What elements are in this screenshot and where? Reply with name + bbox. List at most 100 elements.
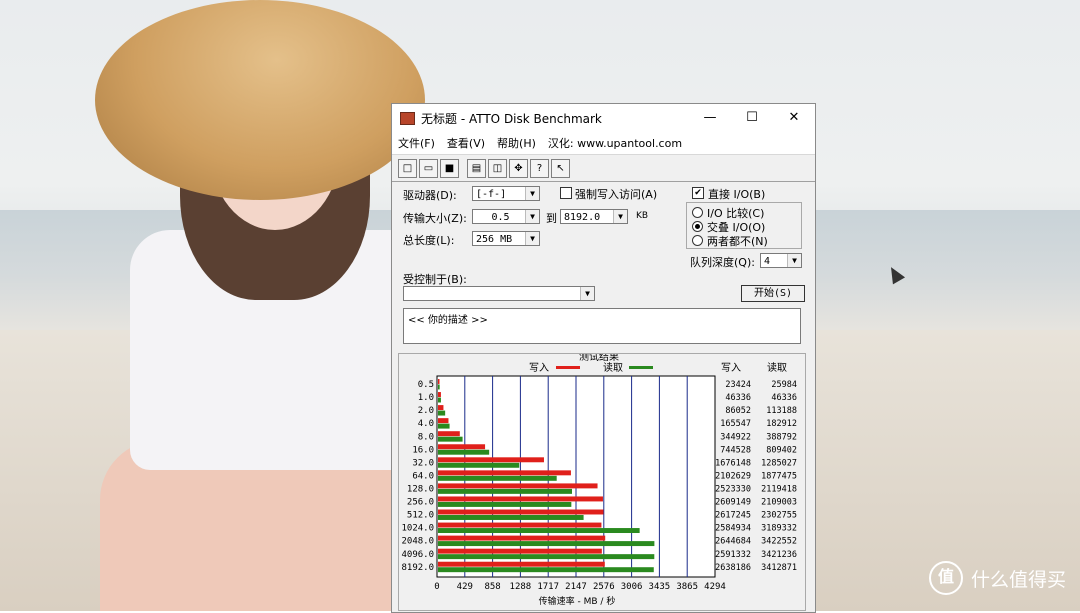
straw-hat-shape — [95, 0, 425, 200]
write-column-header: 写入 — [721, 362, 741, 374]
to-label: 到 — [546, 212, 557, 225]
read-bar — [438, 436, 463, 442]
queue-depth-value: 4 — [764, 256, 771, 267]
write-bar — [438, 561, 605, 567]
transfer-to-select[interactable]: 8192.0 ▼ — [560, 209, 628, 224]
direct-io-label: 直接 I/O(B) — [708, 188, 766, 201]
write-bar — [438, 522, 602, 528]
force-write-checkbox[interactable] — [560, 187, 572, 199]
woman-photo — [40, 0, 430, 611]
y-tick-label: 8192.0 — [401, 563, 434, 573]
menu-help[interactable]: 帮助(H) — [497, 135, 536, 151]
y-tick-label: 2.0 — [418, 406, 434, 416]
maximize-button[interactable]: ☐ — [731, 104, 773, 132]
x-axis-label: 传输速率 - MB / 秒 — [539, 595, 616, 607]
menu-file[interactable]: 文件(F) — [398, 135, 435, 151]
transfer-from-value: 0.5 — [491, 212, 510, 223]
read-bar — [438, 410, 446, 416]
new-icon[interactable]: □ — [398, 158, 417, 178]
move-icon[interactable]: ✥ — [509, 158, 528, 178]
x-tick-label: 1717 — [537, 582, 559, 592]
kb-unit: KB — [636, 211, 649, 221]
menu-view[interactable]: 查看(V) — [447, 135, 485, 151]
write-legend-label: 写入 — [529, 362, 549, 374]
close-button[interactable]: ✕ — [773, 104, 815, 132]
queue-depth-select[interactable]: 4 ▼ — [760, 253, 802, 268]
y-tick-label: 0.5 — [418, 380, 434, 390]
write-value: 344922 — [720, 432, 751, 442]
open-icon[interactable]: ▭ — [419, 158, 438, 178]
watermark: 值 什么值得买 — [928, 561, 1066, 595]
read-bar — [438, 554, 655, 560]
toolbar: □ ▭ ■ ▤ ◫ ✥ ? ↖ — [392, 154, 815, 182]
write-bar — [438, 483, 598, 489]
direct-io-checkbox[interactable]: ✔ — [692, 187, 704, 199]
read-value: 182912 — [766, 419, 797, 429]
menu-localization[interactable]: 汉化: www.upantool.com — [548, 135, 682, 151]
x-tick-label: 2576 — [593, 582, 615, 592]
menu-bar: 文件(F) 查看(V) 帮助(H) 汉化: www.upantool.com — [392, 132, 815, 154]
read-value: 2119418 — [761, 485, 797, 495]
x-tick-label: 0 — [434, 582, 439, 592]
write-bar — [438, 444, 486, 450]
write-bar — [438, 509, 604, 515]
minimize-button[interactable]: — — [689, 104, 731, 132]
read-value: 3189332 — [761, 524, 797, 534]
chevron-down-icon[interactable]: ▼ — [580, 287, 594, 300]
y-tick-label: 4.0 — [418, 419, 434, 429]
chevron-down-icon[interactable]: ▼ — [613, 210, 627, 223]
read-value: 25984 — [771, 380, 797, 390]
y-tick-label: 64.0 — [412, 471, 434, 481]
io-compare-radio[interactable] — [692, 207, 703, 218]
total-length-select[interactable]: 256 MB ▼ — [472, 231, 540, 246]
read-bar — [438, 541, 655, 547]
print-icon[interactable]: ▤ — [467, 158, 486, 178]
app-icon — [400, 111, 415, 125]
results-title: 测试结果 — [579, 354, 619, 363]
y-tick-label: 512.0 — [407, 511, 434, 521]
description-field[interactable]: << 你的描述 >> — [403, 308, 801, 344]
read-legend-swatch — [629, 366, 653, 369]
read-value: 46336 — [771, 393, 797, 403]
write-bar — [438, 535, 606, 541]
title-bar[interactable]: 无标题 - ATTO Disk Benchmark — ☐ ✕ — [392, 104, 815, 132]
read-value: 3421236 — [761, 550, 797, 560]
write-value: 2584934 — [715, 524, 751, 534]
read-bar — [438, 488, 572, 494]
results-group: 测试结果 写入 读取 写入 读取 0 429 858 1288 1717 2147 2576… — [398, 353, 806, 611]
x-tick-label: 2147 — [565, 582, 587, 592]
save-icon[interactable]: ■ — [440, 158, 459, 178]
y-tick-label: 1.0 — [418, 393, 434, 403]
write-bar — [438, 431, 460, 437]
drive-select[interactable]: [-f-] ▼ — [472, 186, 540, 201]
transfer-size-label: 传输大小(Z): — [403, 212, 467, 225]
y-tick-label: 1024.0 — [401, 524, 434, 534]
help-icon[interactable]: ? — [530, 158, 549, 178]
read-value: 3422552 — [761, 537, 797, 547]
write-value: 46336 — [725, 393, 751, 403]
read-bar — [438, 397, 441, 403]
y-tick-label: 2048.0 — [401, 537, 434, 547]
start-button[interactable]: 开始(S) — [741, 285, 805, 302]
chevron-down-icon[interactable]: ▼ — [525, 187, 539, 200]
chevron-down-icon[interactable]: ▼ — [525, 232, 539, 245]
read-bar — [438, 501, 572, 507]
context-help-icon[interactable]: ↖ — [551, 158, 570, 178]
read-bar — [438, 567, 654, 573]
y-tick-label: 4096.0 — [401, 550, 434, 560]
write-bar — [438, 405, 444, 411]
chevron-down-icon[interactable]: ▼ — [525, 210, 539, 223]
transfer-from-select[interactable]: 0.5 ▼ — [472, 209, 540, 224]
chevron-down-icon[interactable]: ▼ — [787, 254, 801, 267]
x-tick-label: 1288 — [510, 582, 532, 592]
read-value: 388792 — [766, 432, 797, 442]
overlapped-io-radio[interactable] — [692, 221, 703, 232]
neither-radio[interactable] — [692, 235, 703, 246]
x-tick-label: 429 — [457, 582, 473, 592]
print-preview-icon[interactable]: ◫ — [488, 158, 507, 178]
x-tick-label: 3435 — [649, 582, 671, 592]
controlled-by-select[interactable]: ▼ — [403, 286, 595, 301]
write-bar — [438, 457, 544, 463]
read-value: 809402 — [766, 445, 797, 455]
y-tick-label: 32.0 — [412, 458, 434, 468]
